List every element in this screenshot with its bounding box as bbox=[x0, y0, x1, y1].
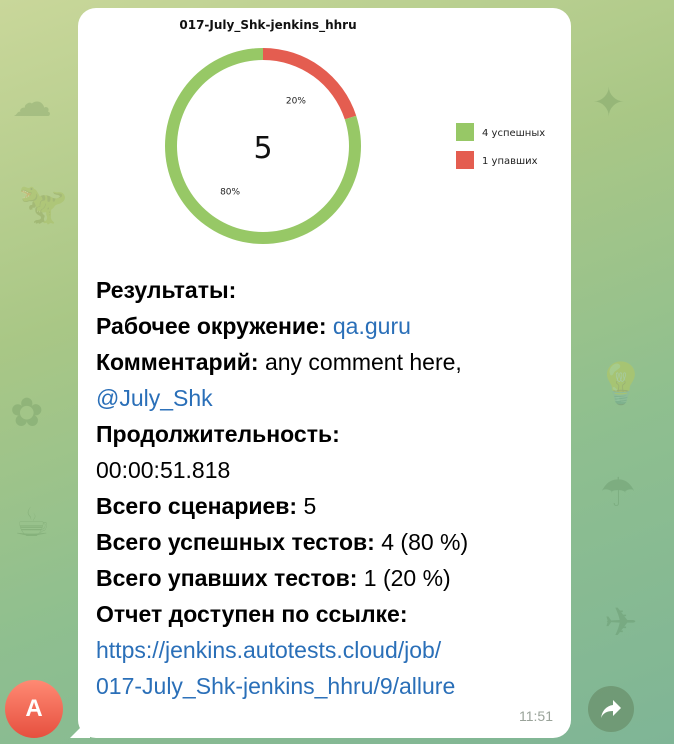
passed-tests-value: 4 (80 %) bbox=[381, 529, 469, 555]
share-arrow-icon bbox=[601, 700, 621, 718]
donut-center-value: 5 bbox=[253, 131, 272, 166]
message-timestamp: 11:51 bbox=[519, 708, 553, 724]
share-button[interactable] bbox=[588, 686, 634, 732]
background-doodle: ✈ bbox=[604, 600, 638, 646]
sender-avatar[interactable]: A bbox=[5, 680, 63, 738]
pie-slice-failed bbox=[263, 48, 357, 120]
legend-swatch bbox=[456, 151, 474, 169]
background-doodle: 💡 bbox=[596, 361, 646, 407]
legend-label: 1 упавших bbox=[482, 156, 538, 167]
environment-label: Рабочее окружение: bbox=[96, 313, 327, 339]
comment-value: any comment here, bbox=[264, 349, 462, 375]
failed-tests-label: Всего упавших тестов: bbox=[96, 565, 358, 591]
environment-link[interactable]: qa.guru bbox=[333, 313, 411, 339]
failed-tests-value: 1 (20 %) bbox=[363, 565, 451, 591]
total-scenarios-value: 5 bbox=[303, 493, 317, 519]
report-link-line2[interactable]: 017-July_Shk-jenkins_hhru/9/allure bbox=[96, 673, 455, 699]
duration-value: 00:00:51.818 bbox=[96, 457, 231, 483]
donut-chart: 20% 80% 5 4 успешных 1 упавших bbox=[165, 48, 545, 244]
report-label: Отчет доступен по ссылке: bbox=[96, 601, 408, 627]
mention-link[interactable]: @July_Shk bbox=[96, 385, 213, 411]
legend-label: 4 успешных bbox=[482, 128, 545, 139]
background-doodle: 🦖 bbox=[18, 181, 68, 227]
duration-label: Продолжительность: bbox=[96, 421, 340, 447]
background-doodle: ✿ bbox=[10, 390, 44, 436]
message-bubble[interactable]: 017-July_Shk-jenkins_hhru 20% 80% 5 4 успеш… bbox=[78, 8, 571, 738]
pie-slice-label: 80% bbox=[220, 187, 240, 197]
background-doodle: ☁ bbox=[12, 80, 52, 126]
total-scenarios-label: Всего сценариев: bbox=[96, 493, 298, 519]
pie-slice-label: 20% bbox=[286, 97, 306, 107]
background-doodle: ☕ bbox=[14, 500, 50, 546]
comment-label: Комментарий: bbox=[96, 349, 259, 375]
legend-swatch bbox=[456, 123, 474, 141]
background-doodle: ✦ bbox=[592, 80, 626, 126]
results-label: Результаты: bbox=[96, 277, 237, 303]
message-text: Результаты: Рабочее окружение: qa.guru К… bbox=[96, 272, 556, 704]
report-link-line1[interactable]: https://jenkins.autotests.cloud/job/ bbox=[96, 637, 441, 663]
background-doodle: ☂ bbox=[600, 470, 636, 516]
passed-tests-label: Всего успешных тестов: bbox=[96, 529, 375, 555]
